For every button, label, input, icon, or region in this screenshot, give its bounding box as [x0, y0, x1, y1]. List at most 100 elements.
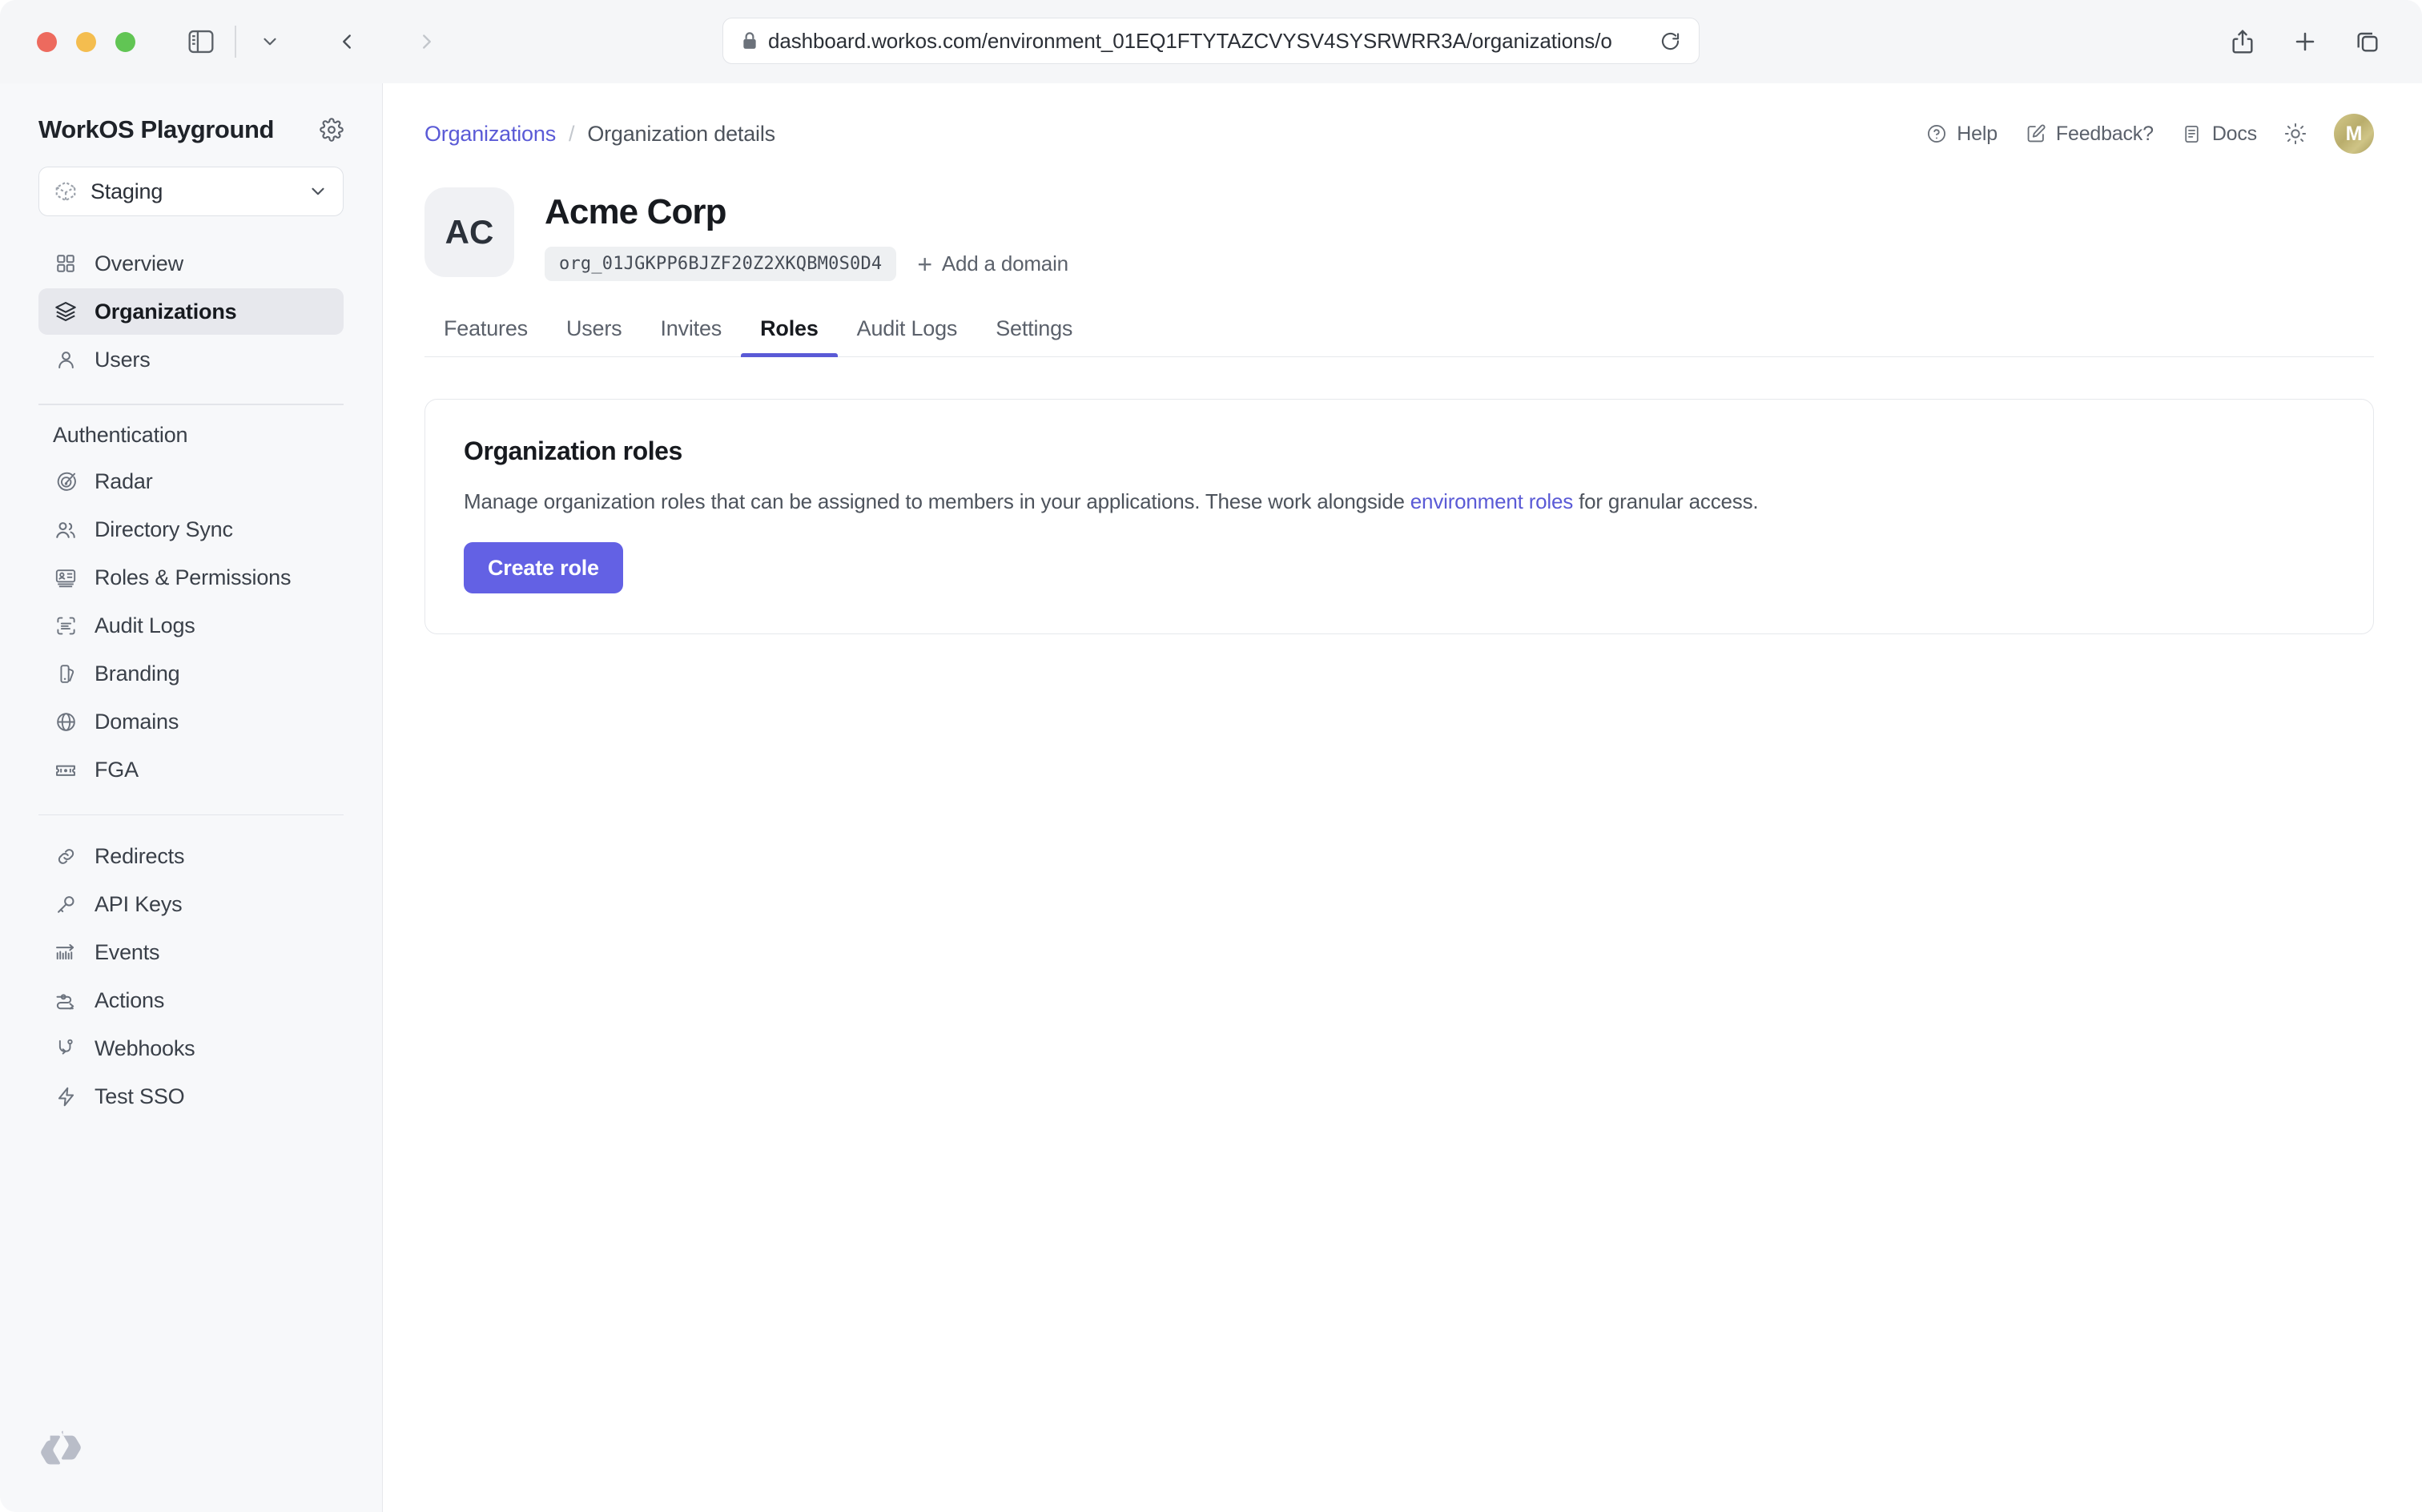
- environment-name: Staging: [91, 179, 163, 203]
- maximize-window-button[interactable]: [115, 31, 135, 52]
- breadcrumb-current: Organization details: [587, 121, 775, 146]
- minimize-window-button[interactable]: [76, 31, 96, 52]
- sidebar-toggle-icon[interactable]: [179, 21, 223, 62]
- help-label: Help: [1957, 122, 1998, 145]
- user-icon: [53, 347, 78, 372]
- sidebar-item-roles-permissions[interactable]: Roles & Permissions: [38, 555, 344, 601]
- sidebar-item-users[interactable]: Users: [38, 336, 344, 383]
- sidebar-item-audit-logs[interactable]: Audit Logs: [38, 603, 344, 649]
- sidebar-item-radar[interactable]: Radar: [38, 459, 344, 505]
- sidebar-item-redirects[interactable]: Redirects: [38, 833, 344, 879]
- window-traffic-lights: [37, 31, 135, 52]
- chevron-right-icon[interactable]: [404, 21, 449, 62]
- close-window-button[interactable]: [37, 31, 57, 52]
- chevron-left-icon[interactable]: [324, 21, 369, 62]
- page-header: Organizations / Organization details Hel…: [383, 83, 2422, 154]
- browser-toolbar: dashboard.workos.com/environment_01EQ1FT…: [0, 0, 2422, 83]
- avatar[interactable]: M: [2334, 114, 2374, 154]
- sidebar-item-organizations[interactable]: Organizations: [38, 288, 344, 335]
- environment-selector[interactable]: Staging: [38, 167, 344, 216]
- sidebar-item-actions[interactable]: Actions: [38, 977, 344, 1023]
- document-icon: [2181, 123, 2203, 145]
- tab-invites[interactable]: Invites: [641, 316, 741, 357]
- radar-icon: [53, 469, 78, 495]
- browser-window: dashboard.workos.com/environment_01EQ1FT…: [0, 0, 2422, 1512]
- tab-overview-icon[interactable]: [2345, 21, 2390, 62]
- edit-square-icon: [2025, 123, 2047, 145]
- sidebar-item-domains[interactable]: Domains: [38, 699, 344, 746]
- organization-id[interactable]: org_01JGKPP6BJZF20Z2XKQBM0S0D4: [545, 247, 897, 281]
- sidebar-item-label: Roles & Permissions: [95, 565, 292, 589]
- organization-avatar: AC: [424, 187, 514, 277]
- plus-icon[interactable]: [2283, 21, 2327, 62]
- events-icon: [53, 939, 78, 965]
- tab-features[interactable]: Features: [424, 316, 547, 357]
- sidebar-item-label: Radar: [95, 469, 153, 493]
- sidebar-item-label: Directory Sync: [95, 517, 233, 541]
- application-body: WorkOS Playground Staging Overview Organ…: [0, 83, 2422, 1512]
- feedback-label: Feedback?: [2055, 122, 2154, 145]
- feedback-button[interactable]: Feedback?: [2025, 123, 2154, 146]
- tab-settings[interactable]: Settings: [976, 316, 1092, 357]
- card-description-text-after: for granular access.: [1573, 489, 1759, 513]
- organization-header: AC Acme Corp org_01JGKPP6BJZF20Z2XKQBM0S…: [383, 154, 2422, 281]
- reload-icon[interactable]: [1660, 30, 1681, 52]
- help-circle-icon: [1925, 123, 1948, 145]
- sidebar-divider-2: [38, 814, 344, 815]
- tab-users[interactable]: Users: [547, 316, 642, 357]
- breadcrumb-separator: /: [569, 121, 575, 146]
- sidebar-item-branding[interactable]: Branding: [38, 651, 344, 698]
- sidebar-item-events[interactable]: Events: [38, 929, 344, 975]
- sidebar-item-label: Users: [95, 347, 151, 372]
- sidebar-item-label: Events: [95, 939, 160, 964]
- gear-icon[interactable]: [320, 118, 344, 142]
- sun-icon[interactable]: [2284, 123, 2307, 145]
- palette-icon: [53, 662, 78, 687]
- globe-icon: [53, 710, 78, 735]
- header-utilities: Help Feedback? Docs M: [1925, 114, 2374, 154]
- organization-roles-card: Organization roles Manage organization r…: [424, 398, 2374, 635]
- chevron-down-icon: [308, 181, 328, 202]
- docs-button[interactable]: Docs: [2181, 123, 2257, 146]
- layers-icon: [53, 299, 78, 324]
- actions-icon: [53, 987, 78, 1013]
- sidebar-item-directory-sync[interactable]: Directory Sync: [38, 507, 344, 553]
- sidebar-item-label: Branding: [95, 662, 180, 686]
- tab-audit-logs[interactable]: Audit Logs: [838, 316, 977, 357]
- sidebar-item-test-sso[interactable]: Test SSO: [38, 1073, 344, 1120]
- help-button[interactable]: Help: [1925, 123, 1998, 146]
- cube-icon: [54, 179, 78, 203]
- breadcrumb-organizations-link[interactable]: Organizations: [424, 122, 556, 147]
- sidebar-item-label: Audit Logs: [95, 613, 195, 637]
- webhook-icon: [53, 1035, 78, 1061]
- sidebar-item-label: Redirects: [95, 843, 185, 868]
- create-role-button[interactable]: Create role: [464, 542, 623, 594]
- workos-logo-icon: [38, 1429, 83, 1474]
- sidebar-item-label: FGA: [95, 758, 139, 782]
- plus-icon: +: [917, 249, 932, 279]
- share-icon[interactable]: [2220, 21, 2265, 62]
- chevron-down-icon[interactable]: [247, 21, 292, 62]
- address-bar[interactable]: dashboard.workos.com/environment_01EQ1FT…: [722, 18, 1700, 64]
- add-domain-button[interactable]: + Add a domain: [917, 251, 1068, 277]
- sidebar-item-label: API Keys: [95, 891, 183, 916]
- sidebar-tools-nav: Redirects API Keys Events Actions Webhoo…: [38, 833, 344, 1120]
- lock-icon: [741, 31, 758, 50]
- sidebar-item-api-keys[interactable]: API Keys: [38, 881, 344, 927]
- url-text: dashboard.workos.com/environment_01EQ1FT…: [768, 28, 1612, 53]
- sidebar-section-authentication: Authentication: [53, 422, 188, 447]
- id-card-icon: [53, 565, 78, 591]
- sidebar-item-label: Overview: [95, 251, 183, 275]
- sidebar-primary-nav: Overview Organizations Users: [38, 240, 344, 383]
- sidebar-item-label: Actions: [95, 987, 165, 1012]
- sidebar-item-webhooks[interactable]: Webhooks: [38, 1025, 344, 1072]
- sidebar-item-label: Webhooks: [95, 1035, 195, 1060]
- sidebar-item-label: Domains: [95, 710, 179, 734]
- environment-roles-link[interactable]: environment roles: [1410, 489, 1573, 513]
- tab-roles[interactable]: Roles: [741, 316, 838, 357]
- bolt-icon: [53, 1084, 78, 1109]
- sidebar-item-fga[interactable]: FGA: [38, 747, 344, 794]
- sidebar-divider-1: [38, 404, 344, 405]
- sidebar-item-overview[interactable]: Overview: [38, 240, 344, 287]
- card-description: Manage organization roles that can be as…: [464, 487, 2335, 517]
